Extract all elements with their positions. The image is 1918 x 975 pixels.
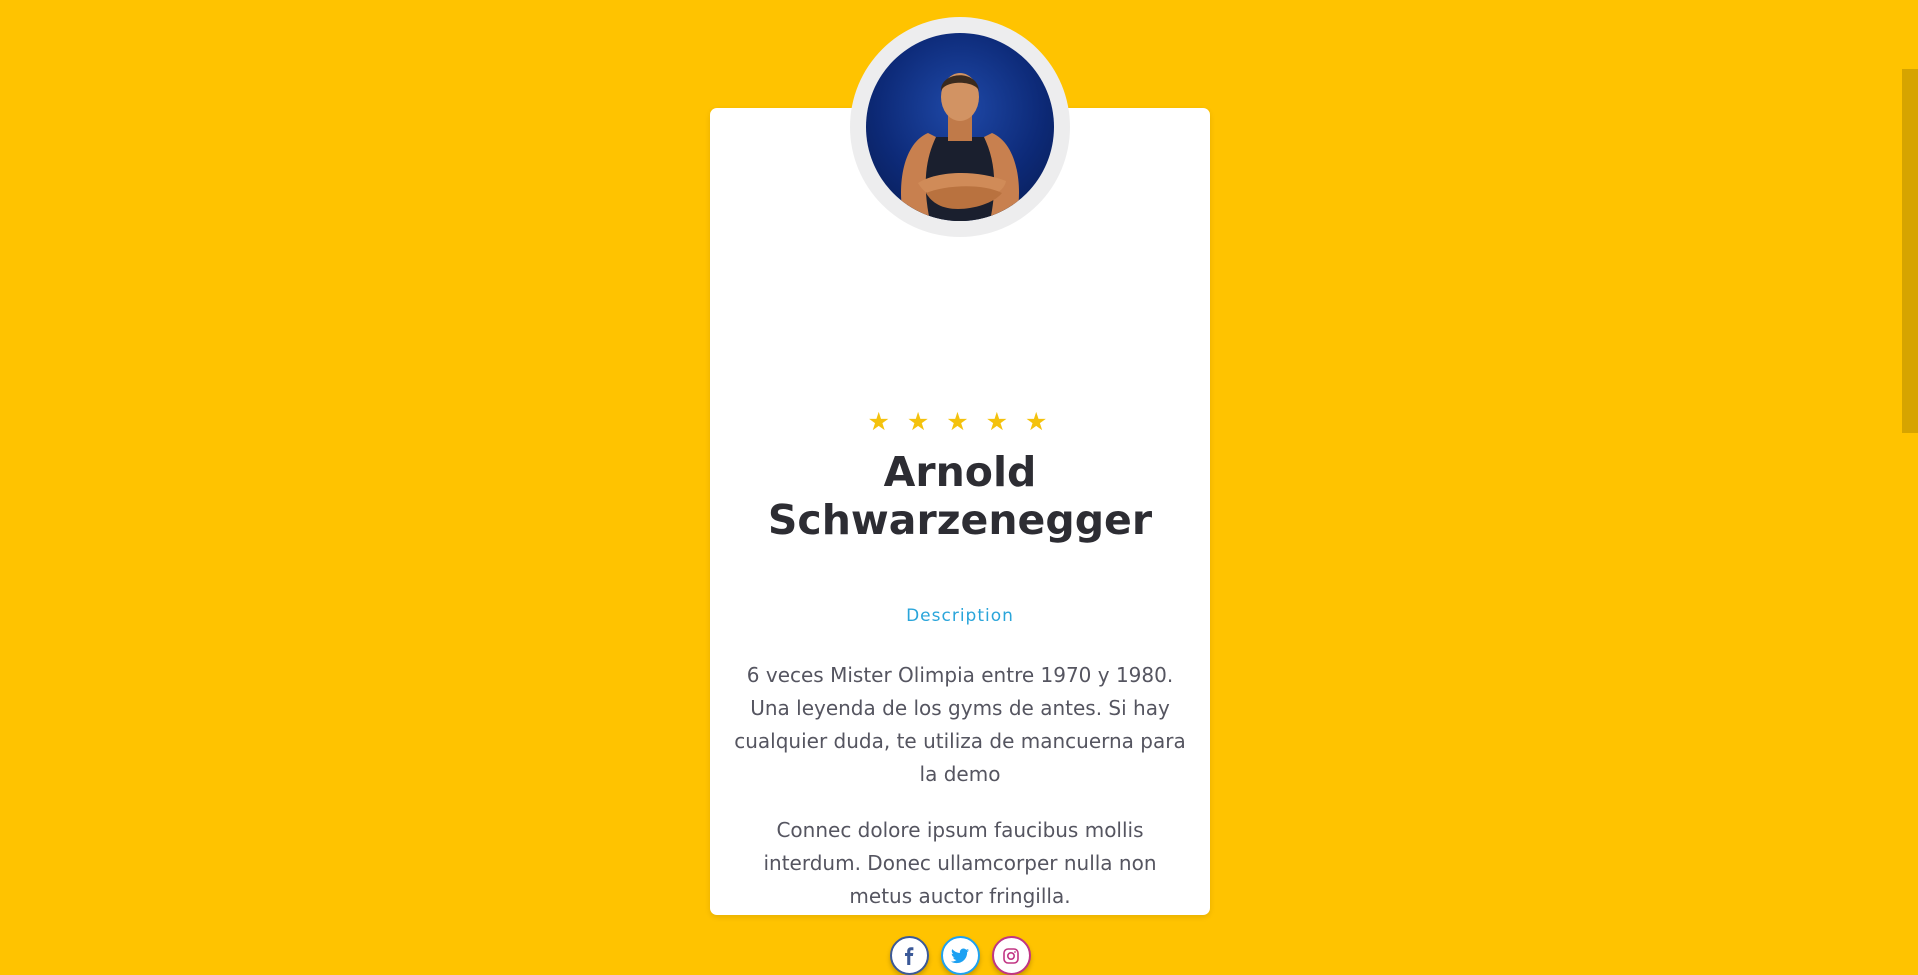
- instagram-icon: [1003, 947, 1019, 964]
- star-icon: ★: [867, 408, 895, 436]
- profile-name-last: Schwarzenegger: [767, 496, 1153, 544]
- twitter-button[interactable]: [940, 936, 980, 975]
- description-paragraph-1: 6 veces Mister Olimpia entre 1970 y 1980…: [734, 663, 1186, 786]
- profile-name: Arnold Schwarzenegger: [710, 448, 1210, 544]
- facebook-icon: [905, 946, 914, 965]
- star-rating: ★ ★ ★ ★ ★: [710, 407, 1210, 437]
- twitter-icon: [951, 948, 969, 963]
- page-scrollbar[interactable]: [1902, 0, 1918, 937]
- avatar-portrait-image: [901, 73, 1019, 221]
- profile-name-first: Arnold: [883, 448, 1037, 496]
- star-icon: ★: [985, 408, 1014, 436]
- instagram-button[interactable]: [991, 936, 1031, 975]
- star-icon: ★: [906, 408, 935, 436]
- description-label: Description: [906, 606, 1014, 626]
- star-icon: ★: [1025, 408, 1053, 436]
- description-paragraph-2: Connec dolore ipsum faucibus mollis inte…: [763, 818, 1157, 908]
- scrollbar-thumb[interactable]: [1902, 69, 1918, 433]
- social-links: [710, 936, 1210, 975]
- facebook-button[interactable]: [889, 936, 929, 975]
- star-icon: ★: [946, 408, 974, 436]
- avatar: [866, 33, 1054, 221]
